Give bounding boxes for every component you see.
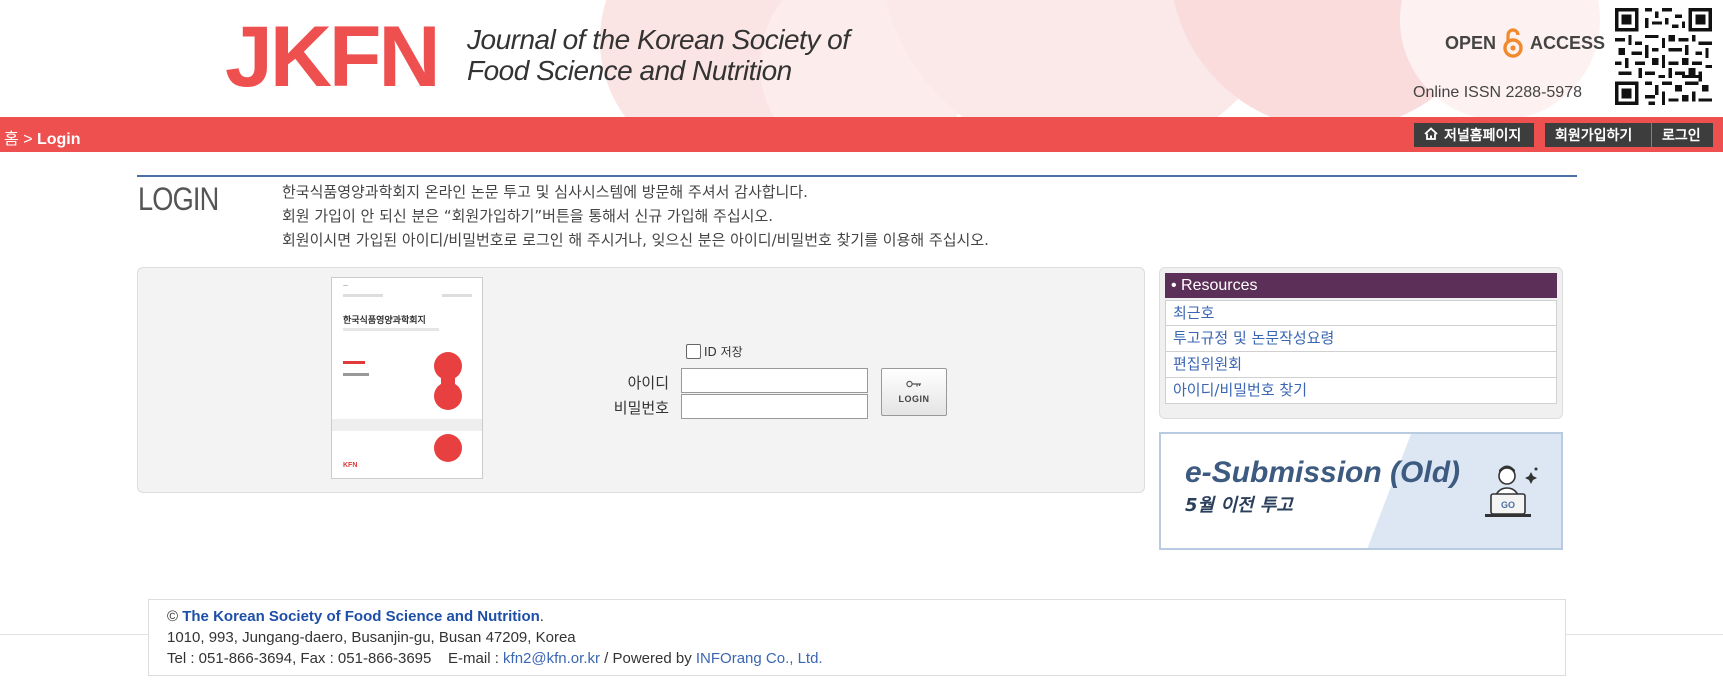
resource-link-editorial-board[interactable]: 편집위원회: [1165, 352, 1557, 378]
intro-line-1: 한국식품영양과학회지 온라인 논문 투고 및 심사시스템에 방문해 주셔서 감사…: [282, 183, 808, 201]
key-icon: [906, 380, 921, 388]
intro-line-2: 회원 가입이 안 되신 분은 “회원가입하기”버튼을 통해서 신규 가입해 주십…: [282, 207, 774, 225]
save-id-label: ID 저장: [704, 345, 743, 359]
footer-email-link[interactable]: kfn2@kfn.or.kr: [503, 650, 600, 667]
cover-mark: —: [343, 283, 348, 289]
cover-graphic: [434, 434, 462, 462]
esubmission-title: e-Submission (Old): [1185, 456, 1461, 489]
cover-issue-mark: [343, 361, 365, 364]
login-intro: 한국식품영양과학회지 온라인 논문 투고 및 심사시스템에 방문해 주셔서 감사…: [282, 180, 989, 252]
footer-tel-fax: Tel : 051-866-3694, Fax : 051-866-3695: [167, 650, 432, 667]
journal-title-line2: Food Science and Nutrition: [467, 55, 792, 86]
esubmission-subtitle: 5월 이전 투고: [1185, 495, 1293, 516]
login-panel: — 한국식품영양과학회지 KFN ID 저장 아이디 비밀번호 LOGIN: [137, 267, 1145, 493]
footer-powered-sep: / Powered by: [604, 650, 692, 667]
id-input[interactable]: [681, 368, 868, 393]
qr-code-icon: [1612, 5, 1715, 108]
save-id-checkbox[interactable]: ID 저장: [686, 343, 743, 360]
breadcrumb: 홈 > Login: [4, 125, 81, 149]
section-divider: [137, 175, 1577, 177]
footer-contact: Tel : 051-866-3694, Fax : 051-866-3695 E…: [167, 648, 1547, 669]
open-access-right: ACCESS: [1530, 32, 1606, 53]
signup-button[interactable]: 회원가입하기: [1545, 123, 1651, 147]
journal-title: Journal of the Korean Society of Food Sc…: [467, 24, 850, 86]
journal-title-line1: Journal of the Korean Society of: [467, 24, 850, 55]
checkbox-box[interactable]: [686, 344, 701, 359]
breadcrumb-current: Login: [36, 131, 81, 148]
footer-org-suffix: .: [539, 608, 544, 625]
password-input[interactable]: [681, 394, 868, 419]
home-icon: [1424, 123, 1438, 147]
journal-cover-image: — 한국식품영양과학회지 KFN: [331, 277, 483, 479]
nav-bar: 홈 > Login 저널홈페이지 회원가입하기 로그인: [0, 117, 1723, 152]
cover-subtitle-line: [343, 328, 439, 331]
resource-link-author-guidelines[interactable]: 투고규정 및 논문작성요령: [1165, 326, 1557, 352]
go-label: GO: [1501, 500, 1515, 510]
resources-panel: • Resources 최근호 투고규정 및 논문작성요령 편집위원회 아이디/…: [1159, 267, 1563, 419]
id-label: 아이디: [627, 374, 669, 392]
copyright-symbol: ©: [167, 608, 179, 625]
login-nav-button[interactable]: 로그인: [1652, 123, 1713, 147]
cover-graphic: [434, 382, 462, 410]
resource-link-find-account[interactable]: 아이디/비밀번호 찾기: [1165, 378, 1557, 404]
open-access-left: OPEN: [1445, 32, 1497, 53]
breadcrumb-separator: >: [23, 131, 33, 148]
footer-email-label: E-mail :: [448, 650, 499, 667]
resources-header: • Resources: [1165, 273, 1557, 298]
page-title: LOGIN: [138, 181, 219, 217]
journal-home-label: 저널홈페이지: [1444, 127, 1522, 143]
footer-org-name: The Korean Society of Food Science and N…: [182, 608, 540, 625]
password-label: 비밀번호: [613, 399, 669, 417]
footer-address: 1010, 993, Jungang-daero, Busanjin-gu, B…: [167, 629, 576, 646]
login-button-label: LOGIN: [898, 394, 930, 404]
intro-line-3: 회원이시면 가입된 아이디/비밀번호로 로그인 해 주시거나, 잊으신 분은 아…: [282, 231, 989, 249]
signup-label: 회원가입하기: [1555, 127, 1633, 143]
open-access-lock-icon: [1502, 27, 1524, 59]
cover-volume-line: [343, 373, 369, 376]
cover-fineprint: [343, 294, 383, 297]
footer-copyright: © The Korean Society of Food Science and…: [167, 606, 1547, 627]
online-issn: Online ISSN 2288-5978: [1413, 84, 1582, 101]
open-access-badge: OPEN ACCESS: [1445, 27, 1605, 59]
footer-powered-by-link[interactable]: INFOrang Co., Ltd.: [696, 650, 823, 667]
person-laptop-icon: GO: [1485, 465, 1538, 517]
cover-logo: KFN: [343, 462, 358, 469]
login-nav-label: 로그인: [1662, 127, 1701, 143]
esubmission-banner[interactable]: e-Submission (Old) 5월 이전 투고 GO: [1159, 432, 1563, 550]
cover-title: 한국식품영양과학회지: [343, 316, 426, 326]
site-header: JKFN Journal of the Korean Society of Fo…: [0, 0, 1723, 117]
breadcrumb-home[interactable]: 홈: [4, 131, 19, 148]
resource-link-latest-issue[interactable]: 최근호: [1165, 300, 1557, 326]
journal-home-button[interactable]: 저널홈페이지: [1414, 123, 1534, 147]
cover-stripe: [332, 419, 482, 431]
journal-logo[interactable]: JKFN: [225, 14, 441, 100]
site-footer: © The Korean Society of Food Science and…: [148, 599, 1566, 676]
login-button[interactable]: LOGIN: [881, 368, 947, 416]
cover-fineprint: [442, 294, 472, 297]
